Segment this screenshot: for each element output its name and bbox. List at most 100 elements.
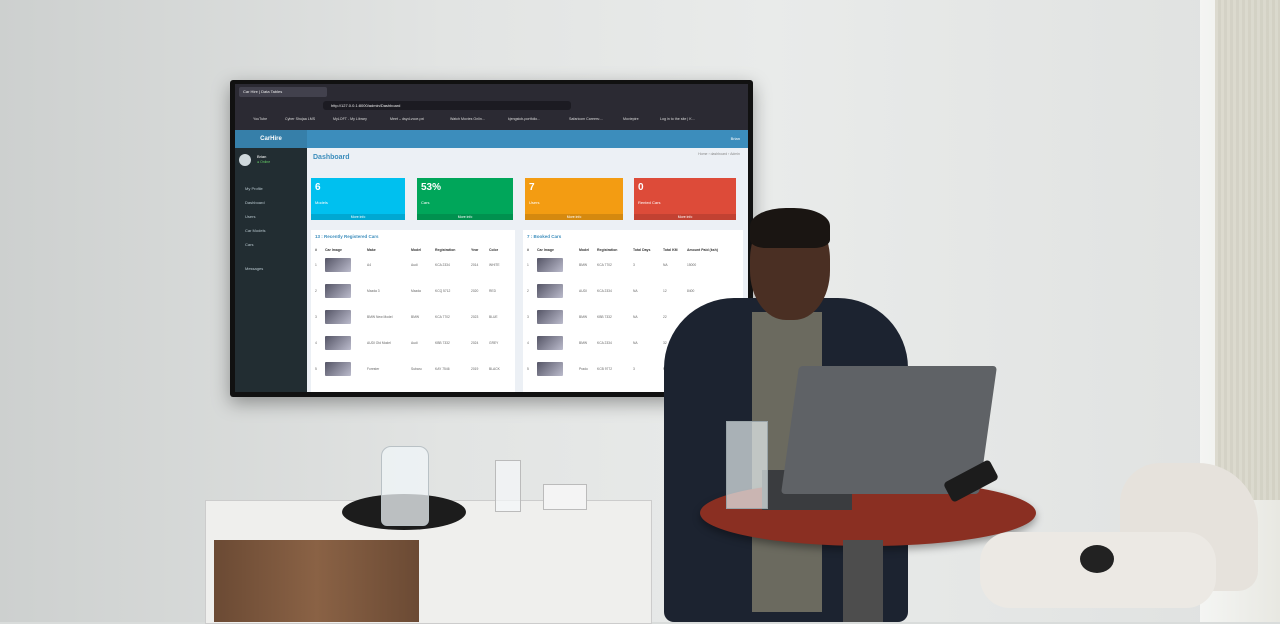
sidebar-item-messages[interactable]: Messages — [245, 266, 263, 271]
more-info-link[interactable]: More info — [525, 214, 623, 220]
table-cell: 1 — [315, 263, 317, 267]
table-cell: NA — [633, 289, 638, 293]
table-cell: Subaru — [411, 367, 422, 371]
bookmark-item[interactable]: Log in to the site | K... — [660, 115, 695, 123]
table-cell: KAY 7546 — [435, 367, 450, 371]
table-cell: 15000 — [687, 263, 697, 267]
bookmark-item[interactable]: Cyber Shujaa LMS — [285, 115, 315, 123]
column-header: Total Days — [633, 248, 651, 252]
bookmark-item[interactable]: MyLOFT - My Library — [333, 115, 367, 123]
water-glass — [495, 460, 521, 512]
car-image — [537, 310, 563, 324]
table-cell: NA — [633, 341, 638, 345]
sidebar: Brian ● Online My Profile Dashboard User… — [235, 148, 307, 392]
table-cell: NA — [663, 263, 668, 267]
online-status: ● Online — [257, 160, 271, 164]
car-image — [537, 336, 563, 350]
table-cell: 3 — [527, 315, 529, 319]
table-cell: 8400 — [687, 289, 695, 293]
sidebar-item-car-models[interactable]: Car Models — [245, 228, 265, 233]
table-cell: KCA 2334 — [435, 263, 450, 267]
table-cell: 3 — [315, 315, 317, 319]
table-cell: BLACK — [489, 367, 500, 371]
browser-tab[interactable]: Car Hire | Data Tables — [239, 87, 327, 97]
table-cell: WHITE — [489, 263, 500, 267]
table-cell: 5 — [315, 367, 317, 371]
bookmark-item[interactable]: Moviepire — [623, 115, 639, 123]
sidebar-item-cars[interactable]: Cars — [245, 242, 253, 247]
stat-box-models: 6 Models More info — [311, 178, 405, 220]
panel-title: 13 : Recently Registered Cars — [315, 234, 379, 239]
table-cell: 3 — [633, 367, 635, 371]
table-cell: KBB 7332 — [435, 341, 450, 345]
table-cell: Audi — [411, 263, 418, 267]
car-image — [325, 362, 351, 376]
car-image — [537, 284, 563, 298]
table-cell: Audi — [411, 341, 418, 345]
table-cell: KCA 7702 — [597, 263, 612, 267]
bookmark-item[interactable]: YouTube — [253, 115, 267, 123]
registered-cars-panel: 13 : Recently Registered Cars # Car Image… — [311, 230, 515, 392]
more-info-link[interactable]: More info — [311, 214, 405, 220]
table-cell: BMW — [579, 341, 588, 345]
stat-label: Users — [529, 200, 540, 205]
app-logo[interactable]: CarHire — [235, 130, 307, 148]
table-cell: Mazda — [411, 289, 421, 293]
table-cell: 1 — [527, 263, 529, 267]
car-image — [325, 258, 351, 272]
column-header: Color — [489, 248, 499, 252]
page-title: Dashboard — [313, 154, 350, 161]
water-jug — [381, 446, 429, 526]
sideboard-door — [214, 540, 419, 622]
column-header: Car Image — [537, 248, 554, 252]
sidebar-user: Brian — [257, 154, 267, 159]
column-header: Registration — [597, 248, 618, 252]
stat-box-users: 7 Users More info — [525, 178, 623, 220]
more-info-link[interactable]: More info — [634, 214, 736, 220]
sidebar-item-my-profile[interactable]: My Profile — [245, 186, 263, 191]
table-cell: 2024 — [471, 341, 479, 345]
table-cell: BMW — [411, 315, 420, 319]
bookmark-item[interactable]: Meet – dsyd-vcoe-pxi — [390, 115, 424, 123]
table-cell: BMW — [579, 263, 588, 267]
table-cell: BMW — [579, 315, 588, 319]
sidebar-item-users[interactable]: Users — [245, 214, 255, 219]
table-cell: A4 — [367, 263, 372, 267]
table-cell: 2020 — [471, 289, 479, 293]
stat-value: 0 — [638, 182, 644, 193]
breadcrumb-home[interactable]: Home — [698, 152, 707, 156]
breadcrumb: Home › dashboard › Admin — [698, 152, 740, 156]
stat-label: Cars — [421, 200, 430, 205]
table-cell: Prado — [579, 367, 588, 371]
stat-value: 7 — [529, 182, 535, 193]
bookmark-item[interactable]: Safaricom Careers:... — [569, 115, 603, 123]
column-header: # — [527, 248, 529, 252]
table-cell: Forester — [367, 367, 380, 371]
address-bar[interactable]: http://127.0.0.1:8000/admin/Dashboard — [323, 101, 571, 110]
car-image — [325, 310, 351, 324]
car-image — [325, 336, 351, 350]
more-info-link[interactable]: More info — [417, 214, 513, 220]
browser-chrome: Car Hire | Data Tables http://127.0.0.1:… — [235, 84, 748, 136]
breadcrumb-dashboard[interactable]: dashboard — [711, 152, 728, 156]
bookmark-item[interactable]: Watch Movies Onlin... — [450, 115, 485, 123]
table-cell: BMW New Model — [367, 315, 393, 319]
bookmark-item[interactable]: kjengstcb-portfolio... — [508, 115, 540, 123]
table-cell: 2023 — [471, 315, 479, 319]
table-cell: 2 — [315, 289, 317, 293]
header-user[interactable]: Brian — [731, 136, 740, 141]
stat-value: 6 — [315, 182, 321, 193]
stat-box-rented: 0 Rented Cars More info — [634, 178, 736, 220]
car-image — [537, 258, 563, 272]
column-header: # — [315, 248, 317, 252]
column-header: Total KM — [663, 248, 678, 252]
column-header: Year — [471, 248, 479, 252]
breadcrumb-admin: Admin — [730, 152, 740, 156]
table-cell: KCA 2334 — [597, 289, 612, 293]
table-cell: 2 — [527, 289, 529, 293]
table-cell: RED — [489, 289, 496, 293]
sidebar-item-dashboard[interactable]: Dashboard — [245, 200, 265, 205]
table-cell: 2019 — [471, 367, 479, 371]
stat-value: 53% — [421, 182, 442, 193]
table-leg — [843, 540, 883, 622]
